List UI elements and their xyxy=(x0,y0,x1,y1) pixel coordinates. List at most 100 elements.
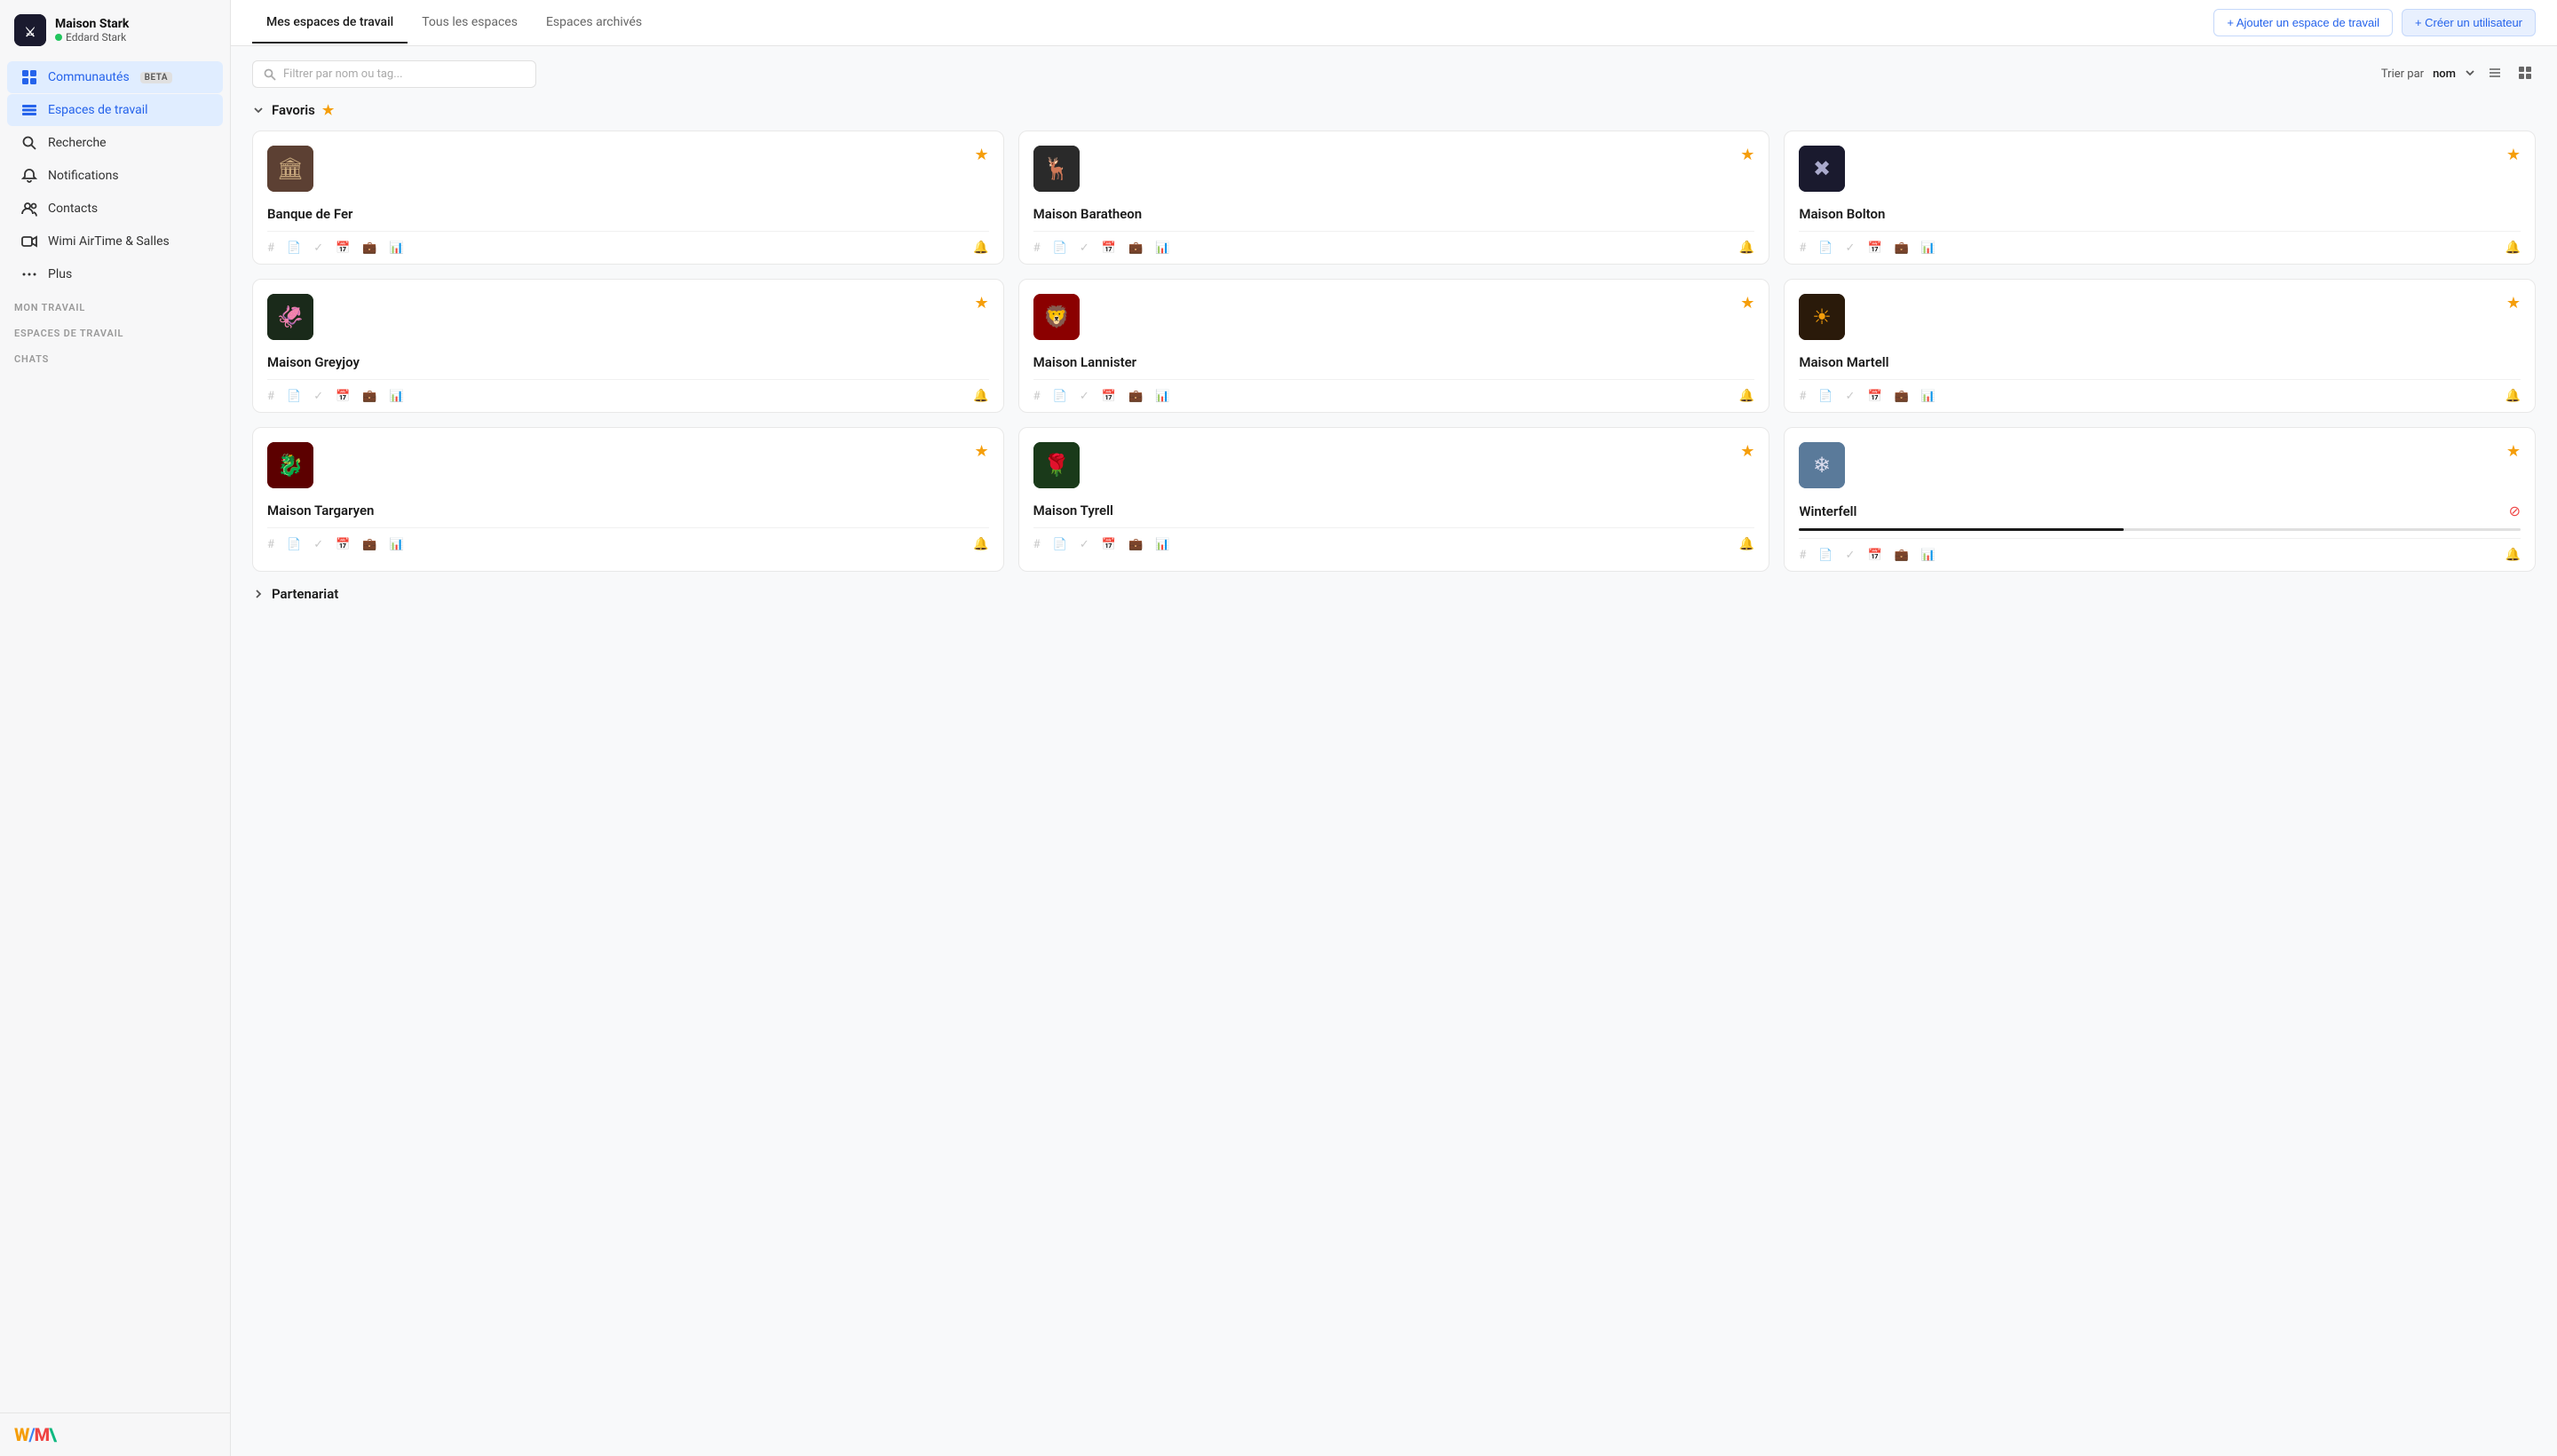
notification-bell[interactable]: 🔔 xyxy=(1739,537,1754,551)
chart-icon[interactable]: 📊 xyxy=(1155,390,1169,403)
notification-bell[interactable]: 🔔 xyxy=(2506,389,2521,403)
notification-bell[interactable]: 🔔 xyxy=(2506,548,2521,562)
chart-icon[interactable]: 📊 xyxy=(389,241,403,255)
sidebar-item-workspaces[interactable]: Espaces de travail xyxy=(7,94,223,126)
tab-archives[interactable]: Espaces archivés xyxy=(532,3,656,44)
calendar-icon[interactable]: 📅 xyxy=(336,241,350,255)
star-lannister[interactable]: ★ xyxy=(1740,294,1754,313)
sidebar-item-more[interactable]: Plus xyxy=(7,258,223,290)
hashtag-icon[interactable]: # xyxy=(267,390,274,403)
briefcase-icon[interactable]: 💼 xyxy=(1895,390,1909,403)
create-user-button[interactable]: + Créer un utilisateur xyxy=(2402,9,2536,36)
check-icon[interactable]: ✓ xyxy=(1846,549,1856,562)
card-targaryen[interactable]: 🐉 ★ Maison Targaryen # 📄 ✓ 📅 💼 📊 🔔 xyxy=(252,427,1004,572)
search-box[interactable]: Filtrer par nom ou tag... xyxy=(252,60,536,88)
doc-icon[interactable]: 📄 xyxy=(287,538,301,551)
notification-bell[interactable]: 🔔 xyxy=(973,389,988,403)
card-winterfell[interactable]: ❄ ★ Winterfell ⊘ # 📄 ✓ 📅 xyxy=(1784,427,2536,572)
star-targaryen[interactable]: ★ xyxy=(975,442,989,461)
briefcase-icon[interactable]: 💼 xyxy=(362,390,376,403)
briefcase-icon[interactable]: 💼 xyxy=(1128,538,1143,551)
check-icon[interactable]: ✓ xyxy=(1080,241,1089,255)
tab-tous-espaces[interactable]: Tous les espaces xyxy=(408,3,532,44)
doc-icon[interactable]: 📄 xyxy=(287,241,301,255)
briefcase-icon[interactable]: 💼 xyxy=(1128,390,1143,403)
check-icon[interactable]: ✓ xyxy=(313,241,323,255)
card-bolton[interactable]: ✖ ★ Maison Bolton # 📄 ✓ 📅 💼 📊 🔔 xyxy=(1784,131,2536,265)
chart-icon[interactable]: 📊 xyxy=(1921,549,1936,562)
card-baratheon[interactable]: 🦌 ★ Maison Baratheon # 📄 ✓ 📅 💼 📊 🔔 xyxy=(1018,131,1770,265)
card-lannister[interactable]: 🦁 ★ Maison Lannister # 📄 ✓ 📅 💼 📊 🔔 xyxy=(1018,279,1770,413)
hashtag-icon[interactable]: # xyxy=(1033,538,1041,551)
notification-bell[interactable]: 🔔 xyxy=(973,241,988,255)
calendar-icon[interactable]: 📅 xyxy=(1867,549,1881,562)
doc-icon[interactable]: 📄 xyxy=(1053,538,1067,551)
chart-icon[interactable]: 📊 xyxy=(1921,241,1936,255)
add-workspace-button[interactable]: + Ajouter un espace de travail xyxy=(2213,9,2393,36)
briefcase-icon[interactable]: 💼 xyxy=(1895,549,1909,562)
check-icon[interactable]: ✓ xyxy=(1846,241,1856,255)
star-greyjoy[interactable]: ★ xyxy=(975,294,989,313)
card-martell[interactable]: ☀ ★ Maison Martell # 📄 ✓ 📅 💼 📊 🔔 xyxy=(1784,279,2536,413)
notification-bell[interactable]: 🔔 xyxy=(2506,241,2521,255)
chart-icon[interactable]: 📊 xyxy=(1155,538,1169,551)
calendar-icon[interactable]: 📅 xyxy=(1867,390,1881,403)
hashtag-icon[interactable]: # xyxy=(1799,241,1806,255)
hashtag-icon[interactable]: # xyxy=(1799,549,1806,562)
sidebar-item-contacts[interactable]: Contacts xyxy=(7,193,223,225)
sort-grid-icon[interactable] xyxy=(2514,62,2536,87)
chart-icon[interactable]: 📊 xyxy=(1921,390,1936,403)
tab-mes-espaces[interactable]: Mes espaces de travail xyxy=(252,3,408,44)
hashtag-icon[interactable]: # xyxy=(1033,390,1041,403)
doc-icon[interactable]: 📄 xyxy=(1053,241,1067,255)
hashtag-icon[interactable]: # xyxy=(1033,241,1041,255)
hashtag-icon[interactable]: # xyxy=(1799,390,1806,403)
notification-bell[interactable]: 🔔 xyxy=(973,537,988,551)
star-winterfell[interactable]: ★ xyxy=(2506,442,2521,461)
sidebar-item-communities[interactable]: Communautés BETA xyxy=(7,61,223,93)
doc-icon[interactable]: 📄 xyxy=(1818,241,1833,255)
check-icon[interactable]: ✓ xyxy=(1080,390,1089,403)
briefcase-icon[interactable]: 💼 xyxy=(1895,241,1909,255)
calendar-icon[interactable]: 📅 xyxy=(1102,390,1116,403)
chart-icon[interactable]: 📊 xyxy=(389,390,403,403)
calendar-icon[interactable]: 📅 xyxy=(336,390,350,403)
notification-bell[interactable]: 🔔 xyxy=(1739,389,1754,403)
chart-icon[interactable]: 📊 xyxy=(1155,241,1169,255)
calendar-icon[interactable]: 📅 xyxy=(336,538,350,551)
check-icon[interactable]: ✓ xyxy=(313,538,323,551)
check-icon[interactable]: ✓ xyxy=(1846,390,1856,403)
doc-icon[interactable]: 📄 xyxy=(1818,549,1833,562)
sort-value[interactable]: nom xyxy=(2433,67,2456,81)
section-partenariat-header[interactable]: Partenariat xyxy=(252,586,2536,602)
hashtag-icon[interactable]: # xyxy=(267,538,274,551)
sidebar-item-airtime[interactable]: Wimi AirTime & Salles xyxy=(7,226,223,257)
sidebar-item-notifications[interactable]: Notifications xyxy=(7,160,223,192)
briefcase-icon[interactable]: 💼 xyxy=(362,241,376,255)
doc-icon[interactable]: 📄 xyxy=(287,390,301,403)
calendar-icon[interactable]: 📅 xyxy=(1867,241,1881,255)
star-banque-fer[interactable]: ★ xyxy=(975,146,989,164)
check-icon[interactable]: ✓ xyxy=(313,390,323,403)
card-greyjoy[interactable]: 🦑 ★ Maison Greyjoy # 📄 ✓ 📅 💼 📊 🔔 xyxy=(252,279,1004,413)
sidebar-item-search[interactable]: Recherche xyxy=(7,127,223,159)
chart-icon[interactable]: 📊 xyxy=(389,538,403,551)
sort-list-icon[interactable] xyxy=(2484,62,2506,87)
card-tyrell[interactable]: 🌹 ★ Maison Tyrell # 📄 ✓ 📅 💼 📊 🔔 xyxy=(1018,427,1770,572)
doc-icon[interactable]: 📄 xyxy=(1818,390,1833,403)
sort-chevron-icon[interactable] xyxy=(2465,67,2475,82)
check-icon[interactable]: ✓ xyxy=(1080,538,1089,551)
calendar-icon[interactable]: 📅 xyxy=(1102,241,1116,255)
calendar-icon[interactable]: 📅 xyxy=(1102,538,1116,551)
briefcase-icon[interactable]: 💼 xyxy=(1128,241,1143,255)
star-martell[interactable]: ★ xyxy=(2506,294,2521,313)
star-tyrell[interactable]: ★ xyxy=(1740,442,1754,461)
section-favoris-header[interactable]: Favoris ★ xyxy=(252,102,2536,118)
doc-icon[interactable]: 📄 xyxy=(1053,390,1067,403)
notification-bell[interactable]: 🔔 xyxy=(1739,241,1754,255)
star-baratheon[interactable]: ★ xyxy=(1740,146,1754,164)
star-bolton[interactable]: ★ xyxy=(2506,146,2521,164)
briefcase-icon[interactable]: 💼 xyxy=(362,538,376,551)
card-banque-fer[interactable]: 🏛 ★ Banque de Fer # 📄 ✓ 📅 💼 📊 🔔 xyxy=(252,131,1004,265)
hashtag-icon[interactable]: # xyxy=(267,241,274,255)
